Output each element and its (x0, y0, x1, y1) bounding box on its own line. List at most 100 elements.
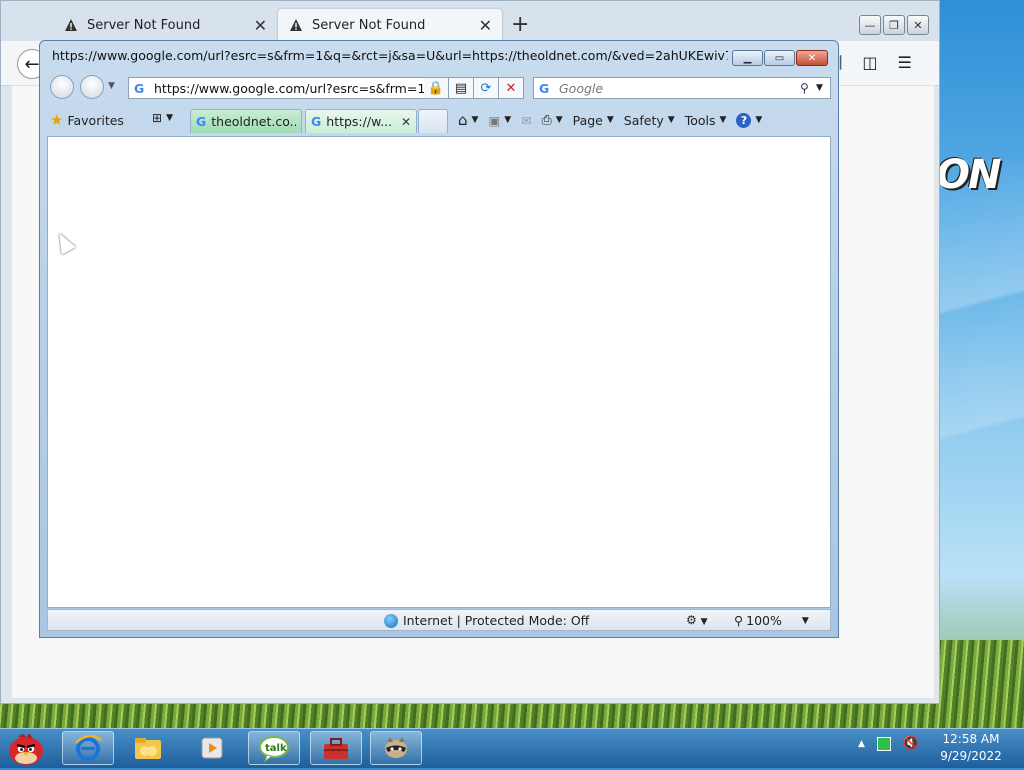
new-tab-button[interactable]: + (511, 13, 529, 37)
taskbar-raccoon-button[interactable] (370, 731, 422, 765)
tab-label: Server Not Found (87, 17, 201, 33)
close-tab-icon[interactable]: ✕ (401, 115, 411, 129)
warning-icon (63, 17, 79, 33)
ie-tab-2[interactable]: G https://w... ✕ (305, 109, 417, 133)
system-tray: ▲ 🔇 (858, 736, 919, 751)
help-icon: ? (736, 112, 752, 128)
menu-icon[interactable]: ☰ (898, 53, 912, 73)
tab-label: https://w... (326, 114, 393, 129)
tab-list-dropdown-icon[interactable]: ▼ (166, 113, 173, 123)
firefox-tab-1[interactable]: Server Not Found ✕ (53, 9, 277, 41)
firefox-window-controls: — ❐ ✕ (859, 15, 929, 35)
home-button[interactable]: ⌂ ▼ (458, 111, 478, 129)
search-input[interactable]: Google (559, 81, 800, 96)
mail-icon: ✉ (521, 112, 532, 128)
taskbar-media-player-button[interactable] (186, 731, 238, 765)
close-button[interactable]: ✕ (907, 15, 929, 35)
ie-window-controls: ▁ ▭ ✕ (732, 50, 828, 66)
safety-menu[interactable]: Safety ▼ (624, 113, 675, 128)
close-tab-icon[interactable]: ✕ (479, 16, 492, 35)
popup-blocker-button[interactable]: ⚙ ▼ (686, 613, 708, 627)
page-menu-label: Page (572, 112, 603, 128)
favorites-label: Favorites (67, 112, 124, 128)
zoom-control[interactable]: ⚲ 100% ▼ (734, 613, 809, 628)
firefox-toolbar-icons: ⫼ ◫ ☰ (835, 53, 912, 73)
warning-icon (288, 17, 304, 33)
favorites-button[interactable]: ★ Favorites (50, 111, 124, 129)
address-bar-tools: 🔒 ▤ ⟳ ✕ (424, 77, 524, 99)
google-favicon-icon: G (196, 114, 207, 129)
security-zone[interactable]: Internet | Protected Mode: Off (384, 613, 589, 628)
new-tab-button[interactable] (418, 109, 448, 133)
maximize-button[interactable]: ❐ (883, 15, 905, 35)
star-icon: ★ (50, 111, 64, 129)
search-options-dropdown-icon[interactable]: ▼ (816, 83, 830, 93)
close-button[interactable]: ✕ (796, 50, 828, 66)
tools-menu-label: Tools (684, 112, 716, 128)
search-box[interactable]: G Google ⚲ ▼ (533, 77, 831, 99)
system-clock[interactable]: 12:58 AM 9/29/2022 (930, 731, 1012, 765)
firefox-tab-2[interactable]: Server Not Found ✕ (278, 9, 502, 41)
help-button[interactable]: ? ▼ (736, 112, 762, 128)
ie-window: https://www.google.com/url?esrc=s&frm=1&… (39, 40, 839, 638)
clock-time: 12:58 AM (942, 732, 1000, 746)
talk-icon: talk (259, 736, 289, 762)
back-button[interactable] (50, 75, 74, 99)
tab-label: Server Not Found (312, 17, 426, 33)
address-bar[interactable]: G https://www.google.com/url?esrc=s&frm=… (128, 77, 450, 99)
media-player-icon (201, 737, 223, 759)
google-search-icon: G (539, 80, 550, 96)
close-tab-icon[interactable]: ✕ (254, 16, 267, 35)
toolbox-icon (324, 738, 348, 759)
start-button[interactable] (4, 729, 48, 767)
feeds-dropdown-icon[interactable]: ▼ (504, 115, 511, 125)
tools-menu[interactable]: Tools ▼ (685, 113, 727, 128)
quick-tabs-icon: ⊞ (152, 111, 163, 125)
help-dropdown-icon[interactable]: ▼ (755, 115, 762, 125)
angry-bird-icon (9, 734, 43, 765)
minimize-button[interactable]: — (859, 15, 881, 35)
lock-icon[interactable]: 🔒 (424, 77, 449, 99)
compatibility-view-icon[interactable]: ▤ (449, 77, 474, 99)
ie-title-text: https://www.google.com/url?esrc=s&frm=1&… (52, 47, 728, 63)
recent-pages-dropdown[interactable]: ▼ (108, 81, 115, 91)
refresh-icon[interactable]: ⟳ (474, 77, 499, 99)
minimize-button[interactable]: ▁ (732, 50, 763, 66)
svg-text:talk: talk (265, 743, 287, 754)
chevron-down-icon: ▼ (667, 115, 675, 125)
print-button[interactable]: ⎙ ▼ (542, 112, 563, 128)
stop-icon[interactable]: ✕ (499, 77, 524, 99)
feeds-button[interactable]: ▣ ▼ (488, 113, 511, 128)
globe-icon (384, 613, 398, 628)
quick-tabs-button[interactable]: ⊞ ▼ (152, 111, 173, 125)
zoom-level: 100% (746, 613, 782, 628)
network-icon[interactable] (876, 736, 891, 751)
folder-icon (135, 738, 161, 759)
command-bar: ⌂ ▼ ▣ ▼ ✉ ⎙ ▼ Page ▼ Safety ▼ Tools ▼ ? ▼ (458, 111, 772, 129)
show-hidden-icons-icon[interactable]: ▲ (858, 739, 865, 749)
zoom-dropdown-icon[interactable]: ▼ (802, 616, 809, 626)
zoom-icon: ⚲ (734, 613, 744, 628)
google-favicon-icon: G (134, 80, 145, 96)
page-menu[interactable]: Page ▼ (573, 113, 614, 128)
taskbar-folder-button[interactable] (122, 731, 174, 765)
ie-title-bar: https://www.google.com/url?esrc=s&frm=1&… (48, 47, 728, 63)
search-icon[interactable]: ⚲ (800, 81, 816, 95)
chevron-down-icon: ▼ (719, 115, 727, 125)
taskbar-talk-button[interactable]: talk (248, 731, 300, 765)
ie-tab-1[interactable]: G theoldnet.co... (190, 109, 302, 133)
read-mail-button[interactable]: ✉ (521, 113, 531, 128)
sidebar-icon[interactable]: ◫ (862, 53, 877, 73)
home-dropdown-icon[interactable]: ▼ (472, 115, 479, 125)
print-dropdown-icon[interactable]: ▼ (556, 115, 563, 125)
forward-button[interactable] (80, 75, 104, 99)
address-input[interactable]: https://www.google.com/url?esrc=s&frm=1 (154, 81, 435, 96)
wallpaper-logo-text: ON (936, 152, 1001, 198)
taskbar-toolbox-button[interactable] (310, 731, 362, 765)
raccoon-icon (385, 737, 407, 758)
ie-logo-icon (75, 735, 102, 761)
taskbar-ie-button[interactable] (62, 731, 114, 765)
clock-date: 9/29/2022 (940, 749, 1002, 763)
maximize-button[interactable]: ▭ (764, 50, 795, 66)
volume-muted-icon[interactable]: 🔇 (903, 736, 919, 751)
